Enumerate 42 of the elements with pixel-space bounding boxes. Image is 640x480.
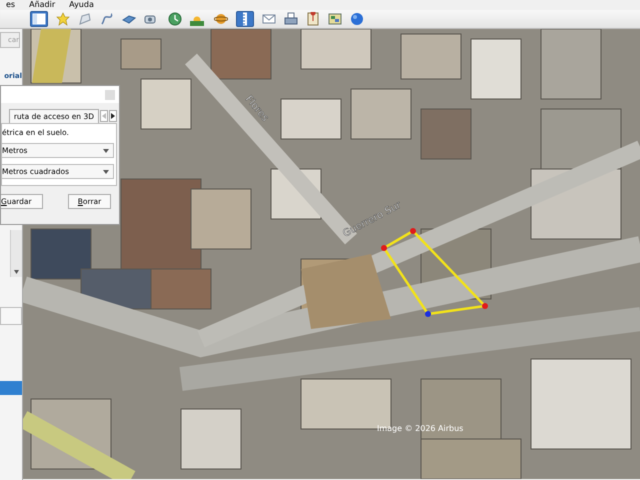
- path-icon: [100, 12, 114, 26]
- sidebar-button[interactable]: [30, 11, 48, 27]
- print-button[interactable]: [282, 11, 300, 27]
- earth-button[interactable]: [348, 11, 366, 27]
- placemark-button[interactable]: [54, 11, 72, 27]
- building-roof: [350, 88, 412, 140]
- image-button[interactable]: [326, 11, 344, 27]
- building-roof: [400, 34, 462, 80]
- building-roof: [470, 38, 522, 100]
- building-roof: [420, 108, 472, 160]
- scroll-down-arrow-icon: [14, 270, 19, 274]
- menu-item[interactable]: Ayuda: [69, 0, 94, 10]
- caret-icon: [103, 170, 109, 174]
- history-icon: [168, 12, 182, 26]
- building-roof: [280, 98, 342, 140]
- planet-icon: [214, 12, 228, 26]
- email-icon: [262, 12, 276, 26]
- menu-item[interactable]: Añadir: [29, 0, 56, 10]
- polygon-icon: [78, 12, 92, 26]
- building-roof: [30, 228, 92, 280]
- measured-area-outline[interactable]: [381, 228, 488, 317]
- scrollbar[interactable]: [10, 230, 22, 277]
- print-icon: [284, 12, 298, 26]
- building-roof: [210, 29, 272, 80]
- tab-scroll-right-button[interactable]: [109, 110, 117, 122]
- image-icon: [328, 12, 342, 26]
- caret-icon: [103, 148, 109, 152]
- imagery-attribution: Image © 2026 Airbus: [377, 424, 464, 433]
- menu-item[interactable]: es: [6, 0, 16, 10]
- planet-button[interactable]: [212, 11, 230, 27]
- building-roof: [180, 408, 242, 470]
- history-button[interactable]: [166, 11, 184, 27]
- earth-icon: [350, 12, 364, 26]
- building-roof: [140, 78, 192, 130]
- building-roof: [120, 38, 162, 70]
- map-icon: [306, 12, 320, 26]
- ruler-button[interactable]: [236, 11, 254, 27]
- painted-lane: [32, 29, 71, 83]
- building-roof: [540, 29, 602, 100]
- sidebar-icon: [32, 12, 46, 26]
- building-roof: [300, 29, 372, 70]
- placemark-icon: [56, 12, 70, 26]
